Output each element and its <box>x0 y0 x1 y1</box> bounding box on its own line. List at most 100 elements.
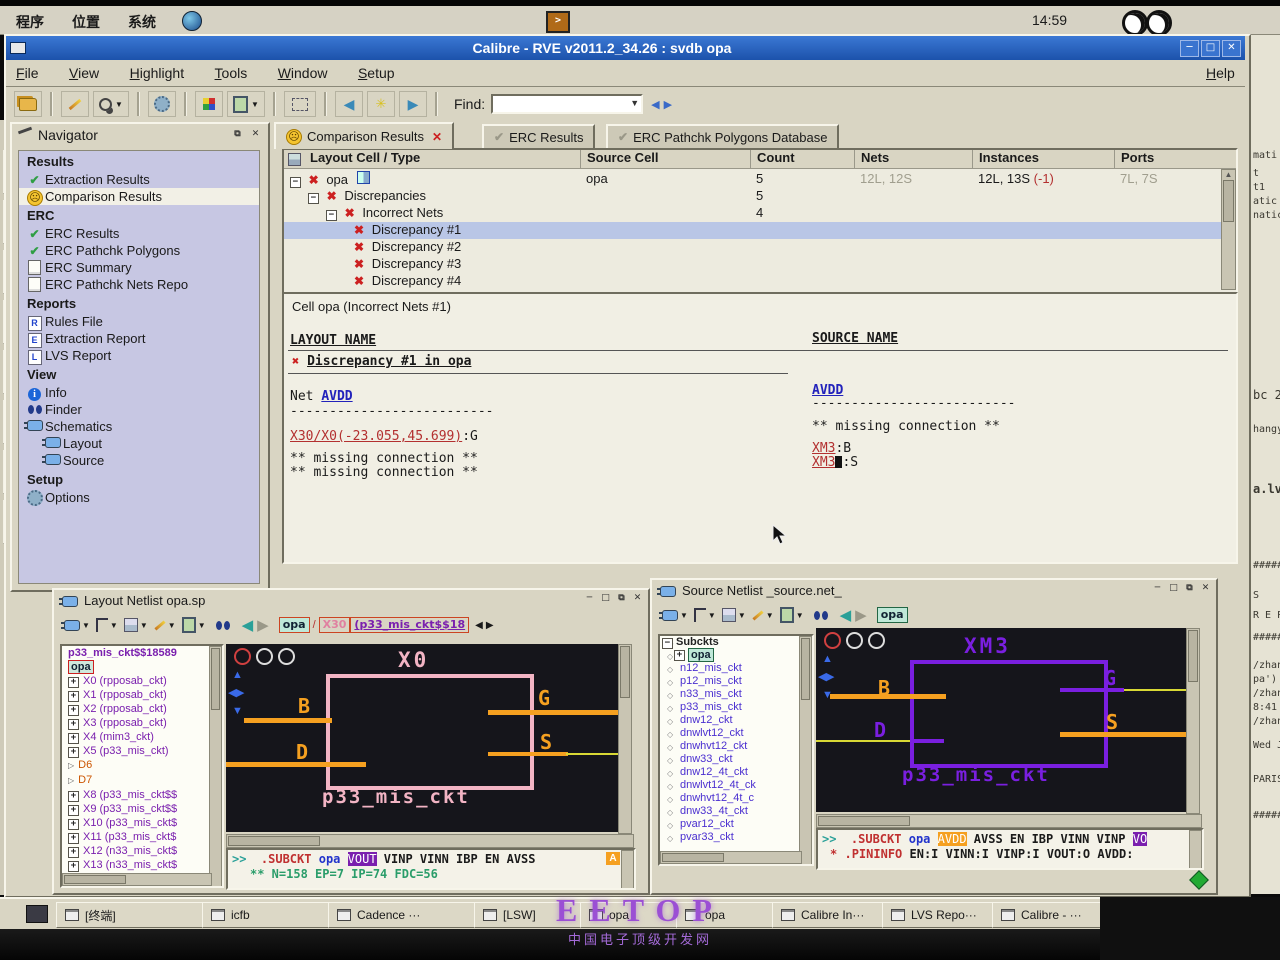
instance-link[interactable]: XM3 <box>812 455 835 470</box>
source-netlist-title[interactable]: Source Netlist _source.net_ <box>682 583 842 598</box>
taskbar-button[interactable]: icfb <box>202 902 340 928</box>
expand-icon[interactable]: + <box>68 861 79 872</box>
text-vscrollbar[interactable] <box>1189 830 1202 870</box>
minimize-icon[interactable]: ─ <box>583 592 596 604</box>
sidebar-item-extraction-results[interactable]: ✔Extraction Results <box>19 171 259 188</box>
close-panel-icon[interactable]: ✕ <box>249 128 262 140</box>
tree-item[interactable]: +X13 (n33_mis_ckt$ <box>62 858 222 872</box>
expand-icon[interactable]: + <box>68 705 79 716</box>
next-result-button[interactable]: ▶ <box>399 91 427 117</box>
tree-item[interactable]: pvar33_ckt <box>660 831 812 844</box>
tree-item[interactable]: +X4 (mim3_ckt) <box>62 730 222 744</box>
tree-item[interactable]: ▷D7 <box>62 773 222 788</box>
color-map-button[interactable] <box>195 91 223 117</box>
find-prev-icon[interactable]: ◀ <box>651 98 659 111</box>
wand-icon[interactable] <box>154 620 165 630</box>
tree-item[interactable]: dnwhvt12_4t_c <box>660 792 812 805</box>
col-source-cell[interactable]: Source Cell <box>580 150 751 168</box>
zoom-tool-button[interactable]: ▼ <box>93 91 129 117</box>
show-desktop-icon[interactable] <box>26 905 48 923</box>
taskbar-button[interactable]: Calibre In··· <box>772 902 894 928</box>
collapse-icon[interactable]: − <box>290 177 301 188</box>
hierarchy-icon[interactable] <box>694 608 706 622</box>
back-arrow-icon[interactable]: ◀ <box>840 606 852 624</box>
detach-icon[interactable]: ⧉ <box>1183 582 1196 594</box>
breadcrumb-cell[interactable]: opa <box>877 607 908 623</box>
breadcrumb-instance[interactable]: X30 <box>319 617 351 633</box>
table-row-selected[interactable]: ✖ Discrepancy #1 <box>284 222 1222 239</box>
instance-symbol-box[interactable] <box>326 674 534 790</box>
applications-menu[interactable]: 程序 <box>16 12 44 32</box>
col-instances[interactable]: Instances <box>972 150 1115 168</box>
menu-help[interactable]: Help <box>1206 65 1235 81</box>
expand-icon[interactable]: + <box>68 833 79 844</box>
sidebar-item-schematics[interactable]: Schematics <box>19 418 259 435</box>
menu-file[interactable]: File <box>16 65 39 81</box>
net-wire[interactable] <box>1060 732 1198 737</box>
taskbar-button[interactable]: Calibre - ··· <box>992 902 1114 928</box>
coords-link[interactable]: (-23.055,45.699) <box>337 429 462 444</box>
hierarchy-icon[interactable] <box>96 618 108 632</box>
tree-item[interactable]: ▷D6 <box>62 758 222 773</box>
pan-right-icon[interactable]: ▶ <box>236 688 244 699</box>
tree-item[interactable]: dnw33_ckt <box>660 753 812 766</box>
tree-item[interactable]: dnw12_ckt <box>660 714 812 727</box>
tree-hscrollbar[interactable] <box>660 851 802 864</box>
tree-vscrollbar[interactable] <box>209 646 222 888</box>
canvas-hscrollbar[interactable] <box>816 814 1202 828</box>
sidebar-item-info[interactable]: iInfo <box>19 384 259 401</box>
tree-item[interactable]: +X0 (rpposab_ckt) <box>62 674 222 688</box>
tree-item[interactable]: pvar12_ckt <box>660 818 812 831</box>
layout-instance-tree[interactable]: p33_mis_ckt$$18589 opa +X0 (rpposab_ckt)… <box>60 644 224 888</box>
crumb-next-icon[interactable]: ▶ <box>486 620 494 631</box>
pan-up-icon[interactable]: ▲ <box>822 654 833 665</box>
crumb-prev-icon[interactable]: ◀ <box>475 620 483 631</box>
binoculars-icon[interactable] <box>814 611 820 620</box>
source-schematic-canvas[interactable]: ▲ ◀ ▶ ▼ XM3 B D G S p33_mis_ckt <box>816 628 1200 812</box>
table-row[interactable]: ✖ Discrepancy #3 <box>284 256 1222 273</box>
instance-symbol-box[interactable] <box>910 660 1108 768</box>
expand-icon[interactable]: + <box>68 747 79 758</box>
col-count[interactable]: Count <box>750 150 855 168</box>
tab-erc-results[interactable]: ✔ ERC Results <box>482 124 595 148</box>
taskbar-button[interactable]: LVS Repo··· <box>882 902 1004 928</box>
tree-item[interactable]: p33_mis_ckt$$18589 <box>62 646 222 660</box>
tab-comparison-results[interactable]: ☹ Comparison Results ✕ <box>274 122 454 149</box>
zoom-in-icon[interactable] <box>846 632 863 649</box>
expand-icon[interactable]: + <box>68 691 79 702</box>
center-result-button[interactable]: ✳ <box>367 91 395 117</box>
tree-hscrollbar[interactable] <box>62 873 212 886</box>
zoom-out-icon[interactable] <box>278 648 295 665</box>
system-menu[interactable]: 系统 <box>128 12 156 32</box>
taskbar-button[interactable]: [终端] <box>56 902 214 928</box>
table-row[interactable]: ✖ Discrepancy #2 <box>284 239 1222 256</box>
annotation-icon[interactable]: A <box>606 852 620 865</box>
net-wire[interactable] <box>244 718 332 723</box>
tree-item[interactable]: +X10 (p33_mis_ckt$ <box>62 816 222 830</box>
sidebar-item-lvs-report[interactable]: LLVS Report <box>19 347 259 364</box>
tree-item[interactable]: n12_mis_ckt <box>660 662 812 675</box>
expand-icon[interactable]: + <box>68 805 79 816</box>
zoom-fit-icon[interactable] <box>234 648 251 665</box>
expand-icon[interactable]: + <box>68 719 79 730</box>
pan-down-icon[interactable]: ▼ <box>232 706 243 717</box>
find-next-icon[interactable]: ▶ <box>664 98 672 111</box>
netlist-plug-icon[interactable] <box>64 620 80 631</box>
zoom-fit-icon[interactable] <box>824 632 841 649</box>
tree-item[interactable]: +X11 (p33_mis_ckt$ <box>62 830 222 844</box>
menu-highlight[interactable]: Highlight <box>130 65 185 81</box>
wand-icon[interactable] <box>752 610 763 620</box>
sidebar-item-erc-pathchk-nets[interactable]: ERC Pathchk Nets Repo <box>19 276 259 293</box>
tree-item[interactable]: dnwhvt12_ckt <box>660 740 812 753</box>
canvas-hscrollbar[interactable] <box>226 834 634 848</box>
expand-icon[interactable]: + <box>68 819 79 830</box>
net-wire[interactable] <box>488 752 568 756</box>
chip-icon[interactable] <box>182 617 196 633</box>
pan-right-icon[interactable]: ▶ <box>826 672 834 683</box>
options-gear-button[interactable] <box>148 91 176 117</box>
col-ports[interactable]: Ports <box>1114 150 1209 168</box>
net-wire[interactable] <box>830 694 946 699</box>
net-link[interactable]: AVDD <box>321 389 352 404</box>
net-wire[interactable] <box>488 710 630 715</box>
expand-icon[interactable]: + <box>68 847 79 858</box>
